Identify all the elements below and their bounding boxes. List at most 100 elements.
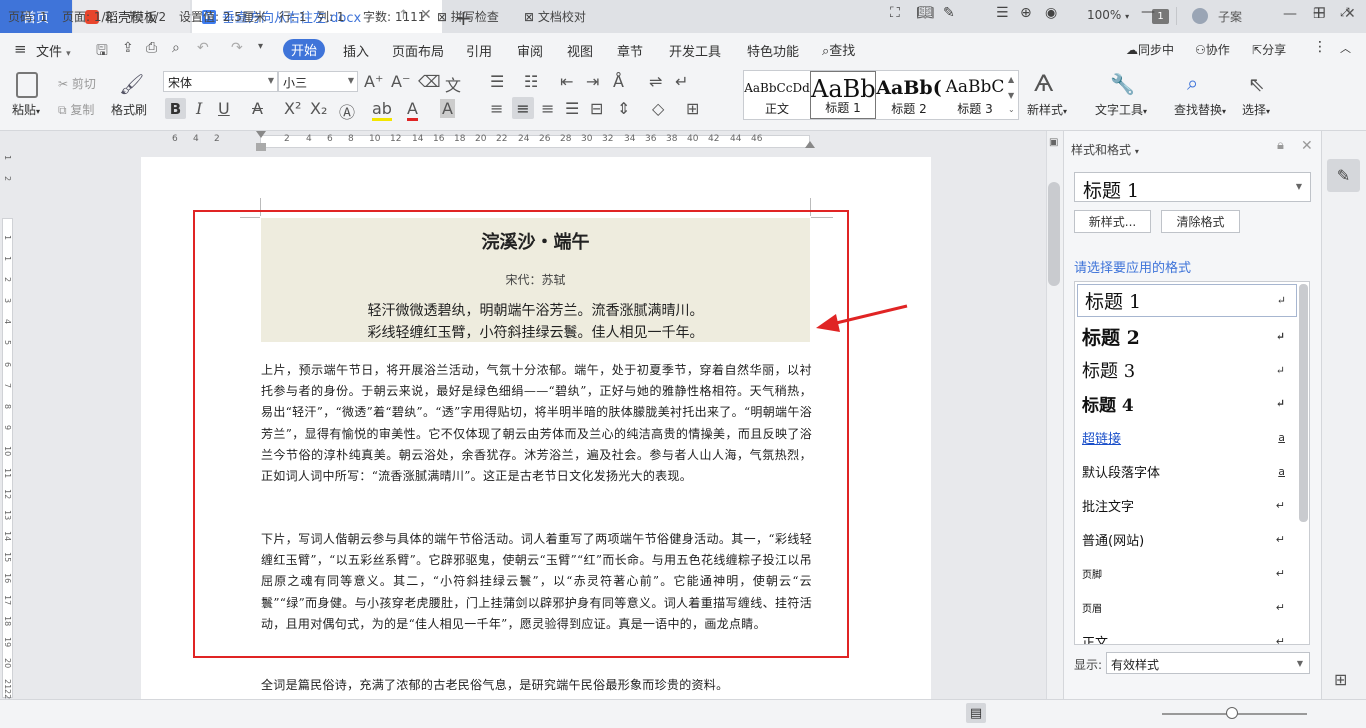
shading-icon[interactable]: ◇ <box>652 99 664 118</box>
select-button[interactable]: 选择▾ <box>1242 101 1270 118</box>
style-list-scrollbar[interactable] <box>1299 284 1308 522</box>
italic-icon[interactable]: I <box>196 99 202 118</box>
increase-indent-icon[interactable]: ⇥ <box>586 72 599 91</box>
find-replace-icon[interactable]: ⌕ <box>1187 71 1198 95</box>
align-left-icon[interactable]: ≡ <box>490 99 503 118</box>
gallery-expand-icon[interactable]: ⌄ <box>1008 105 1015 114</box>
copy-button[interactable]: ⧉ 复制 <box>58 101 94 118</box>
cursor-icon[interactable]: ⇖ <box>1248 72 1265 96</box>
style-item-footer[interactable]: 页脚 ↵ <box>1075 556 1295 590</box>
menu-developer[interactable]: 开发工具 <box>669 41 721 60</box>
proofread-button[interactable]: ⊠ 文档校对 <box>524 8 586 25</box>
show-marks-icon[interactable]: ↵ <box>675 72 688 91</box>
close-panel-icon[interactable]: ✕ <box>1301 138 1313 154</box>
save-icon[interactable]: 🖫 <box>96 40 108 64</box>
style-item-heading-4[interactable]: 标题 4 ↵ <box>1075 386 1295 420</box>
strikethrough-icon[interactable]: A <box>252 99 263 118</box>
menu-review[interactable]: 审阅 <box>517 41 543 60</box>
new-style-button[interactable]: 新样式▾ <box>1027 101 1067 118</box>
lock-icon[interactable]: 🔒︎ <box>1277 138 1284 153</box>
gallery-scroll-up-icon[interactable]: ▲ <box>1008 75 1014 84</box>
menu-insert[interactable]: 插入 <box>343 41 369 60</box>
style-pencil-icon[interactable]: ✎ <box>1327 159 1360 192</box>
user-name[interactable]: 子案 <box>1218 8 1242 25</box>
new-style-panel-button[interactable]: 新样式... <box>1074 210 1151 233</box>
align-right-icon[interactable]: ≡ <box>541 99 554 118</box>
format-painter-button[interactable]: 格式刷 <box>111 101 147 118</box>
style-heading-3[interactable]: AaBbC 标题 3 <box>942 71 1008 119</box>
underline-icon[interactable]: U <box>218 99 230 118</box>
style-item-normal-web[interactable]: 普通(网站) ↵ <box>1075 522 1295 556</box>
fullscreen-icon[interactable]: ⛶ <box>890 5 900 21</box>
border-icon[interactable]: ⊞ <box>686 99 699 118</box>
menu-search[interactable]: ⌕查找 <box>822 40 855 59</box>
paragraph-3[interactable]: 全词是篇民俗诗，充满了浓郁的古老民俗气息，是研究端午民俗最形象而珍贵的资料。 <box>261 675 812 697</box>
minimize-icon[interactable]: — <box>1283 6 1297 22</box>
paste-button[interactable]: 粘贴▾ <box>12 101 40 118</box>
shrink-font-icon[interactable]: A⁻ <box>391 72 410 91</box>
zoom-slider-handle[interactable] <box>1226 707 1238 719</box>
edit-mode-icon[interactable]: ✎ <box>943 5 955 21</box>
show-filter-select[interactable]: 有效样式 ▼ <box>1106 652 1310 674</box>
avatar[interactable] <box>1192 8 1208 24</box>
bullet-list-icon[interactable]: ☰ <box>490 72 504 91</box>
wrench-icon[interactable]: 🔧 <box>1110 72 1135 96</box>
status-row[interactable]: 行: 1 <box>279 8 307 25</box>
panel-title[interactable]: 样式和格式 ▾ <box>1071 141 1139 158</box>
zoom-level[interactable]: 100% ▾ <box>1087 8 1129 22</box>
page-view-icon[interactable]: ▤ <box>966 703 986 723</box>
numbered-list-icon[interactable]: ☷ <box>524 72 538 91</box>
more-icon[interactable]: ⋮ <box>1313 39 1327 55</box>
hamburger-icon[interactable]: ≡ <box>14 40 27 58</box>
current-style-select[interactable]: 标题 1 ▼ <box>1074 172 1311 202</box>
subscript-icon[interactable]: X₂ <box>310 99 327 118</box>
status-page-number[interactable]: 页码: 1 <box>8 8 48 25</box>
grid-icon[interactable]: ⊞ <box>1334 670 1347 689</box>
decrease-indent-icon[interactable]: ⇤ <box>560 72 573 91</box>
customize-quick-access-icon[interactable]: ▾ <box>258 41 263 52</box>
char-shading-icon[interactable]: A <box>440 99 455 118</box>
menu-references[interactable]: 引用 <box>466 41 492 60</box>
style-item-normal[interactable]: 正文 ↵ <box>1075 624 1295 645</box>
text-tools-button[interactable]: 文字工具▾ <box>1095 101 1147 118</box>
paste-icon[interactable] <box>16 72 38 98</box>
style-item-comment-text[interactable]: 批注文字 ↵ <box>1075 488 1295 522</box>
style-item-heading-2[interactable]: 标题 2 ↵ <box>1075 319 1295 353</box>
outline-view-icon[interactable]: ☰ <box>996 5 1009 21</box>
style-item-default-font[interactable]: 默认段落字体 a <box>1075 454 1295 488</box>
menu-page-layout[interactable]: 页面布局 <box>392 41 444 60</box>
style-item-hyperlink[interactable]: 超链接 a <box>1075 420 1295 454</box>
grow-font-icon[interactable]: A⁺ <box>364 72 383 91</box>
export-icon[interactable]: ⇪ <box>122 40 134 56</box>
style-item-header[interactable]: 页眉 ↵ <box>1075 590 1295 624</box>
clear-format-icon[interactable]: ⌫ <box>418 72 441 91</box>
sync-button[interactable]: ☁同步中 <box>1126 41 1174 58</box>
left-indent-marker-icon[interactable] <box>256 143 266 151</box>
font-size-select[interactable]: 小三 ▼ <box>278 71 358 92</box>
text-direction-icon[interactable]: Å <box>613 72 624 91</box>
distributed-icon[interactable]: ⊟ <box>590 99 603 118</box>
split-view-icon[interactable]: ▣ <box>1049 137 1058 148</box>
web-view-icon[interactable]: ⊕ <box>1020 5 1032 21</box>
highlight-icon[interactable]: ab <box>372 99 392 121</box>
zoom-out-icon[interactable]: — <box>1141 4 1155 20</box>
style-list[interactable]: 标题 1 ↵ 标题 2 ↵ 标题 3 ↵ 标题 4 ↵ 超链接 a 默认段落字体 a 批注文… <box>1074 281 1310 645</box>
chinese-layout-icon[interactable]: ⇌ <box>649 72 662 91</box>
collapse-ribbon-icon[interactable]: ︿ <box>1340 40 1351 56</box>
share-button[interactable]: ⇱分享 <box>1252 41 1286 58</box>
scrollbar-thumb[interactable] <box>1048 182 1060 286</box>
superscript-icon[interactable]: X² <box>284 99 301 118</box>
status-section[interactable]: 节: 1/2 <box>127 8 166 25</box>
clear-format-button[interactable]: 清除格式 <box>1161 210 1240 233</box>
reading-mode-icon[interactable]: 📖︎ <box>916 5 934 21</box>
style-item-heading-3[interactable]: 标题 3 ↵ <box>1075 353 1295 387</box>
line-spacing-icon[interactable]: ⇕ <box>617 99 630 118</box>
phonetic-icon[interactable]: 文 <box>445 72 461 96</box>
menu-file[interactable]: 文件 ▾ <box>36 41 71 60</box>
align-center-icon[interactable]: ≡ <box>512 97 534 119</box>
menu-features[interactable]: 特色功能 <box>747 41 799 60</box>
text-effect-icon[interactable]: Ⓐ <box>339 99 355 123</box>
right-indent-marker-icon[interactable] <box>805 141 815 148</box>
status-col[interactable]: 列: 1 <box>317 8 345 25</box>
cut-button[interactable]: ✂ 剪切 <box>58 75 96 92</box>
